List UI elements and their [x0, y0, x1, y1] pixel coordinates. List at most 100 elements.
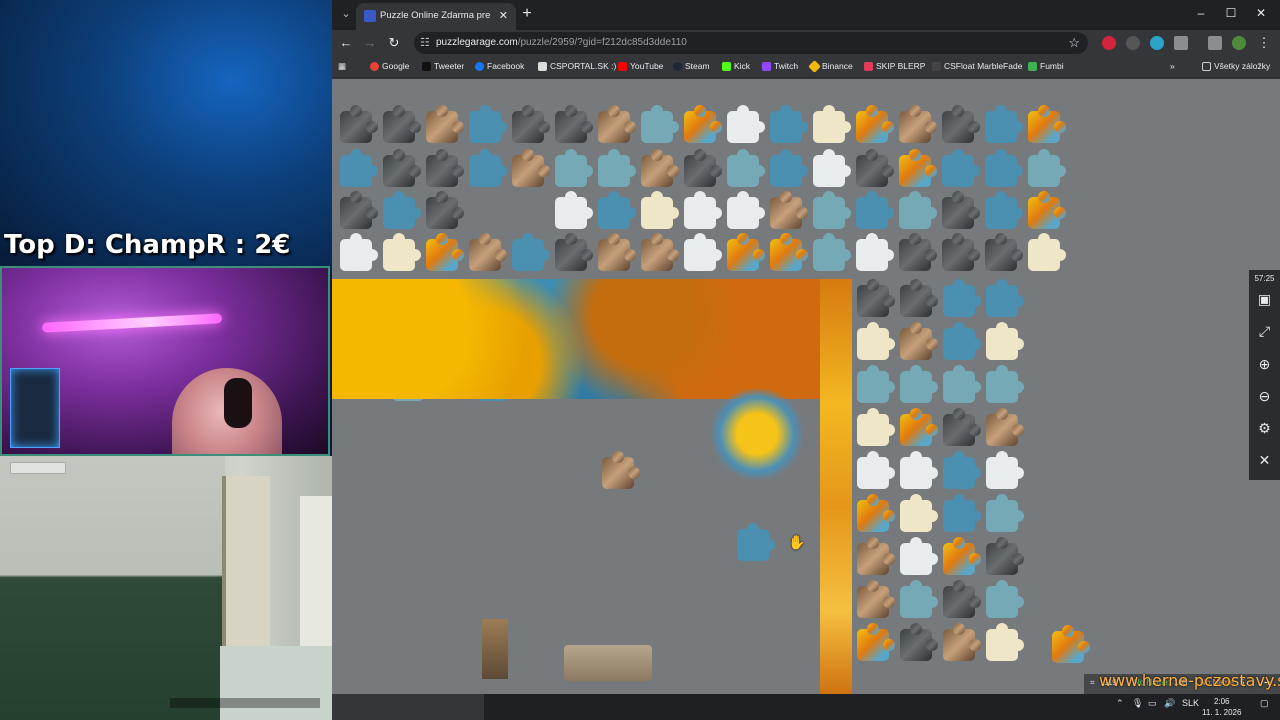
- puzzle-piece[interactable]: [857, 623, 895, 661]
- site-info-icon[interactable]: ☷: [420, 36, 430, 49]
- puzzle-piece[interactable]: [684, 233, 722, 271]
- puzzle-piece[interactable]: [985, 233, 1023, 271]
- puzzle-piece[interactable]: [469, 105, 507, 143]
- puzzle-piece[interactable]: [641, 149, 679, 187]
- language-indicator[interactable]: SLK: [1182, 698, 1199, 708]
- puzzle-piece[interactable]: [986, 365, 1024, 403]
- puzzle-piece[interactable]: [1028, 149, 1066, 187]
- puzzle-piece[interactable]: [598, 233, 636, 271]
- puzzle-piece[interactable]: [426, 105, 464, 143]
- puzzle-piece[interactable]: [770, 149, 808, 187]
- extension-dark-icon[interactable]: [1126, 36, 1140, 50]
- puzzle-piece[interactable]: [986, 408, 1024, 446]
- puzzle-piece[interactable]: [943, 365, 981, 403]
- puzzle-piece[interactable]: [1028, 233, 1066, 271]
- puzzle-piece[interactable]: [770, 105, 808, 143]
- puzzle-piece[interactable]: [770, 233, 808, 271]
- bookmark-binance[interactable]: Binance: [808, 59, 853, 73]
- puzzle-piece[interactable]: [943, 494, 981, 532]
- bookmark-facebook[interactable]: Facebook: [475, 61, 524, 71]
- puzzle-piece[interactable]: [1028, 105, 1066, 143]
- puzzle-piece[interactable]: [340, 105, 378, 143]
- browser-menu-icon[interactable]: ⋮: [1256, 35, 1272, 51]
- puzzle-piece[interactable]: [943, 451, 981, 489]
- puzzle-piece[interactable]: [727, 105, 765, 143]
- puzzle-piece[interactable]: [340, 191, 378, 229]
- puzzle-piece[interactable]: [900, 451, 938, 489]
- puzzle-piece[interactable]: [857, 365, 895, 403]
- puzzle-piece[interactable]: [943, 408, 981, 446]
- puzzle-piece[interactable]: [641, 233, 679, 271]
- puzzle-piece[interactable]: [555, 105, 593, 143]
- puzzle-piece[interactable]: [340, 233, 378, 271]
- puzzle-piece[interactable]: [857, 537, 895, 575]
- puzzle-piece[interactable]: [857, 279, 895, 317]
- more-bookmarks-icon[interactable]: »: [1170, 61, 1175, 71]
- puzzle-piece[interactable]: [727, 191, 765, 229]
- puzzle-piece[interactable]: [986, 580, 1024, 618]
- puzzle-piece[interactable]: [986, 322, 1024, 360]
- puzzle-piece[interactable]: [598, 105, 636, 143]
- puzzle-piece[interactable]: [900, 279, 938, 317]
- minimize-icon[interactable]: –: [1186, 6, 1216, 20]
- puzzle-piece[interactable]: [512, 233, 550, 271]
- puzzle-piece[interactable]: [857, 451, 895, 489]
- puzzle-piece[interactable]: [813, 105, 851, 143]
- puzzle-piece[interactable]: [813, 191, 851, 229]
- puzzle-piece[interactable]: [469, 233, 507, 271]
- puzzle-piece[interactable]: [727, 149, 765, 187]
- close-icon[interactable]: ✕: [1255, 451, 1274, 470]
- puzzle-piece[interactable]: [899, 233, 937, 271]
- puzzle-piece[interactable]: [856, 149, 894, 187]
- puzzle-piece[interactable]: [856, 105, 894, 143]
- media-controls-icon[interactable]: [1208, 36, 1222, 50]
- puzzle-piece[interactable]: [383, 191, 421, 229]
- puzzle-board[interactable]: ✋ 57:25 ▣ ⤢ ⊕ ⊖ ⚙ ✕ ⌗ 119 No Name: 105 N…: [332, 79, 1280, 694]
- volume-icon[interactable]: 🔊: [1164, 698, 1175, 709]
- bookmark-csportal[interactable]: CSPORTAL.SK :): [538, 61, 616, 71]
- puzzle-piece[interactable]: [598, 191, 636, 229]
- bookmark-star-icon[interactable]: ☆: [1068, 35, 1080, 51]
- network-icon[interactable]: ▭: [1148, 698, 1157, 709]
- tab-puzzle[interactable]: Puzzle Online Zdarma pre Dosp ✕: [356, 3, 516, 30]
- puzzle-piece[interactable]: [986, 494, 1024, 532]
- puzzle-piece[interactable]: [900, 580, 938, 618]
- puzzle-piece[interactable]: [985, 191, 1023, 229]
- puzzle-piece[interactable]: [684, 149, 722, 187]
- puzzle-piece[interactable]: [943, 322, 981, 360]
- forward-icon[interactable]: →: [362, 35, 378, 51]
- extension-red-icon[interactable]: [1102, 36, 1116, 50]
- puzzle-piece[interactable]: [857, 580, 895, 618]
- puzzle-piece[interactable]: [555, 191, 593, 229]
- puzzle-piece[interactable]: [943, 279, 981, 317]
- puzzle-piece[interactable]: [943, 623, 981, 661]
- puzzle-piece[interactable]: [555, 233, 593, 271]
- puzzle-piece[interactable]: [426, 191, 464, 229]
- puzzle-piece[interactable]: [383, 233, 421, 271]
- puzzle-piece[interactable]: [899, 105, 937, 143]
- puzzle-piece[interactable]: [426, 233, 464, 271]
- puzzle-piece[interactable]: [555, 149, 593, 187]
- puzzle-piece[interactable]: [602, 451, 640, 489]
- puzzle-piece[interactable]: [340, 149, 378, 187]
- puzzle-piece[interactable]: [900, 408, 938, 446]
- puzzle-piece[interactable]: [512, 149, 550, 187]
- extensions-puzzle-icon[interactable]: [1174, 36, 1188, 50]
- tab-search-icon[interactable]: ⌄: [338, 6, 354, 22]
- puzzle-piece[interactable]: [986, 623, 1024, 661]
- bookmark-skip-blerp[interactable]: SKIP BLERP: [864, 61, 925, 71]
- puzzle-piece[interactable]: [900, 365, 938, 403]
- puzzle-piece[interactable]: [900, 623, 938, 661]
- reload-icon[interactable]: ↻: [386, 35, 402, 51]
- puzzle-piece[interactable]: [985, 105, 1023, 143]
- puzzle-piece[interactable]: [856, 233, 894, 271]
- puzzle-piece[interactable]: [857, 494, 895, 532]
- puzzle-piece[interactable]: [899, 191, 937, 229]
- zoom-in-icon[interactable]: ⊕: [1255, 355, 1274, 374]
- profile-avatar-icon[interactable]: [1232, 36, 1246, 50]
- puzzle-piece[interactable]: [899, 149, 937, 187]
- puzzle-piece[interactable]: [684, 105, 722, 143]
- image-icon[interactable]: ▣: [1255, 290, 1274, 309]
- address-bar[interactable]: ☷ puzzlegarage.com/puzzle/2959/?gid=f212…: [414, 32, 1088, 54]
- settings-icon[interactable]: ⚙: [1255, 419, 1274, 438]
